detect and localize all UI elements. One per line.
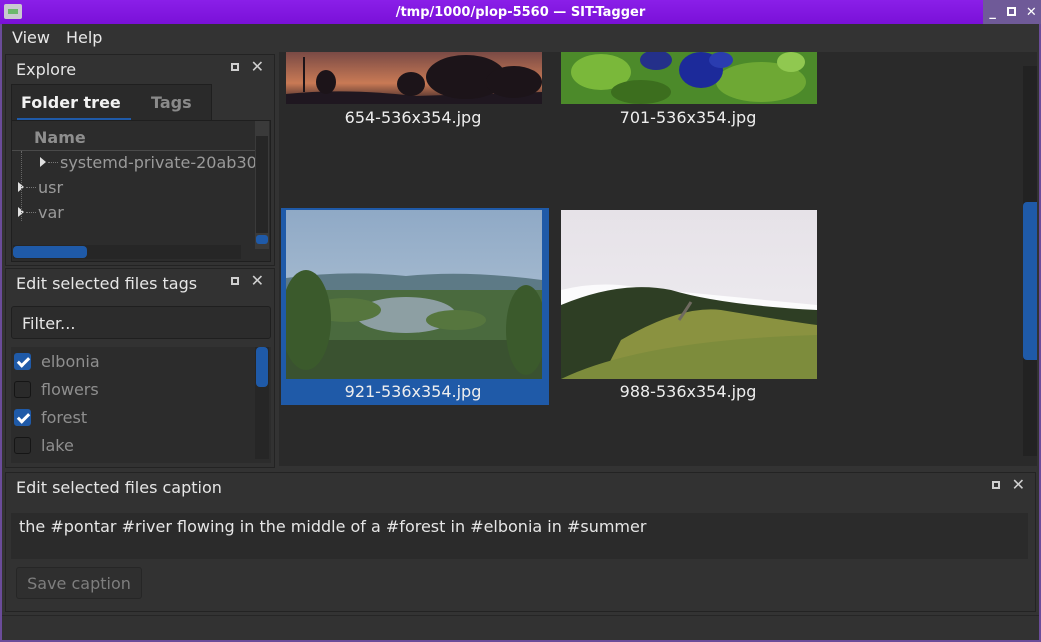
float-icon[interactable] (230, 277, 239, 285)
tag-item[interactable]: elbonia (14, 348, 100, 374)
tree-horizontal-scrollbar[interactable] (13, 245, 241, 259)
scroll-thumb[interactable] (256, 347, 268, 387)
tag-item[interactable]: flowers (14, 376, 99, 402)
tag-label: elbonia (41, 351, 100, 371)
gallery-vertical-scrollbar[interactable] (1023, 66, 1037, 456)
close-button[interactable]: ✕ (1023, 5, 1039, 20)
thumbnail-image[interactable] (286, 52, 542, 104)
tree-item-label: var (38, 203, 64, 222)
thumbnail-filename: 988-536x354.jpg (619, 382, 757, 401)
save-caption-button[interactable]: Save caption (16, 567, 142, 599)
menu-bar: View Help (2, 24, 1039, 51)
column-name-label: Name (34, 128, 86, 147)
close-icon[interactable]: ✕ (251, 59, 264, 75)
folder-tree: Name systemd-private-20ab30c usr var (11, 120, 271, 262)
menu-help[interactable]: Help (66, 28, 102, 47)
app-icon (4, 4, 22, 19)
scroll-thumb[interactable] (1023, 202, 1037, 360)
tag-checkbox[interactable] (14, 380, 31, 398)
tag-checkbox[interactable] (14, 436, 31, 454)
caption-dock: Edit selected files caption ✕ the #ponta… (5, 472, 1036, 612)
tree-item[interactable]: systemd-private-20ab30c (40, 153, 255, 175)
tab-tags[interactable]: Tags (151, 93, 192, 112)
explore-dock-buttons: ✕ (230, 59, 264, 75)
tag-filter-input[interactable]: Filter... (11, 306, 271, 339)
title-bar[interactable]: /tmp/1000/plop-5560 — SIT-Tagger _ ✕ (0, 0, 1041, 24)
tree-item[interactable]: var (18, 203, 64, 225)
tag-list: elbonia flowers forest lake (11, 347, 271, 463)
close-icon[interactable]: ✕ (251, 273, 264, 289)
float-icon[interactable] (991, 481, 1000, 489)
expand-arrow-icon[interactable] (40, 157, 46, 167)
tab-folder-tree[interactable]: Folder tree (21, 93, 121, 112)
scroll-thumb[interactable] (256, 235, 268, 244)
tree-item[interactable]: usr (18, 178, 63, 200)
tag-label: lake (41, 435, 74, 455)
explore-dock-title: Explore (16, 60, 77, 79)
tag-item[interactable]: lake (14, 432, 74, 458)
tree-connector (26, 187, 36, 188)
status-bar (2, 615, 1039, 640)
minimize-button[interactable]: _ (985, 5, 1001, 20)
image-gallery: 654-536x354.jpg 701-536x354.jpg 921-536x… (279, 52, 1037, 466)
explore-tabs: Folder tree Tags (11, 84, 212, 121)
thumbnail-filename: 654-536x354.jpg (344, 108, 482, 127)
tree-guide-line (21, 151, 22, 221)
tag-item[interactable]: forest (14, 404, 87, 430)
caption-dock-title: Edit selected files caption (16, 478, 222, 497)
window-controls: _ ✕ (983, 0, 1041, 24)
tree-viewport: systemd-private-20ab30c usr var (12, 152, 255, 247)
thumbnail-filename: 701-536x354.jpg (619, 108, 757, 127)
tag-label: flowers (41, 379, 99, 399)
tree-connector (48, 162, 58, 163)
explore-dock: Explore ✕ Folder tree Tags Name systemd-… (5, 54, 275, 266)
tag-checkbox[interactable] (14, 408, 31, 426)
thumbnail-image[interactable] (561, 52, 817, 104)
float-icon[interactable] (230, 63, 239, 71)
thumbnail-image[interactable] (286, 210, 542, 379)
thumbnail-filename: 921-536x354.jpg (344, 382, 482, 401)
tree-item-label: systemd-private-20ab30c (60, 153, 255, 172)
tag-checkbox[interactable] (14, 352, 31, 370)
tag-label: forest (41, 407, 88, 427)
thumbnail-image[interactable] (561, 210, 817, 379)
scroll-thumb[interactable] (13, 246, 87, 258)
maximize-icon (1007, 6, 1017, 16)
tree-vertical-scrollbar[interactable] (255, 121, 269, 249)
tags-dock-buttons: ✕ (230, 273, 264, 289)
caption-text-editor[interactable]: the #pontar #river flowing in the middle… (11, 513, 1028, 559)
tags-dock-title: Edit selected files tags (16, 274, 198, 293)
tags-vertical-scrollbar[interactable] (255, 347, 269, 459)
tree-connector (26, 212, 36, 213)
window-title: /tmp/1000/plop-5560 — SIT-Tagger (395, 4, 646, 20)
menu-view[interactable]: View (12, 28, 50, 47)
tree-column-header[interactable]: Name (12, 121, 255, 151)
close-icon[interactable]: ✕ (1012, 477, 1025, 493)
caption-dock-buttons: ✕ (991, 477, 1025, 493)
scroll-track (256, 136, 268, 233)
maximize-button[interactable] (1004, 5, 1020, 20)
tags-dock: Edit selected files tags ✕ Filter... elb… (5, 268, 275, 468)
tree-item-label: usr (38, 178, 64, 197)
